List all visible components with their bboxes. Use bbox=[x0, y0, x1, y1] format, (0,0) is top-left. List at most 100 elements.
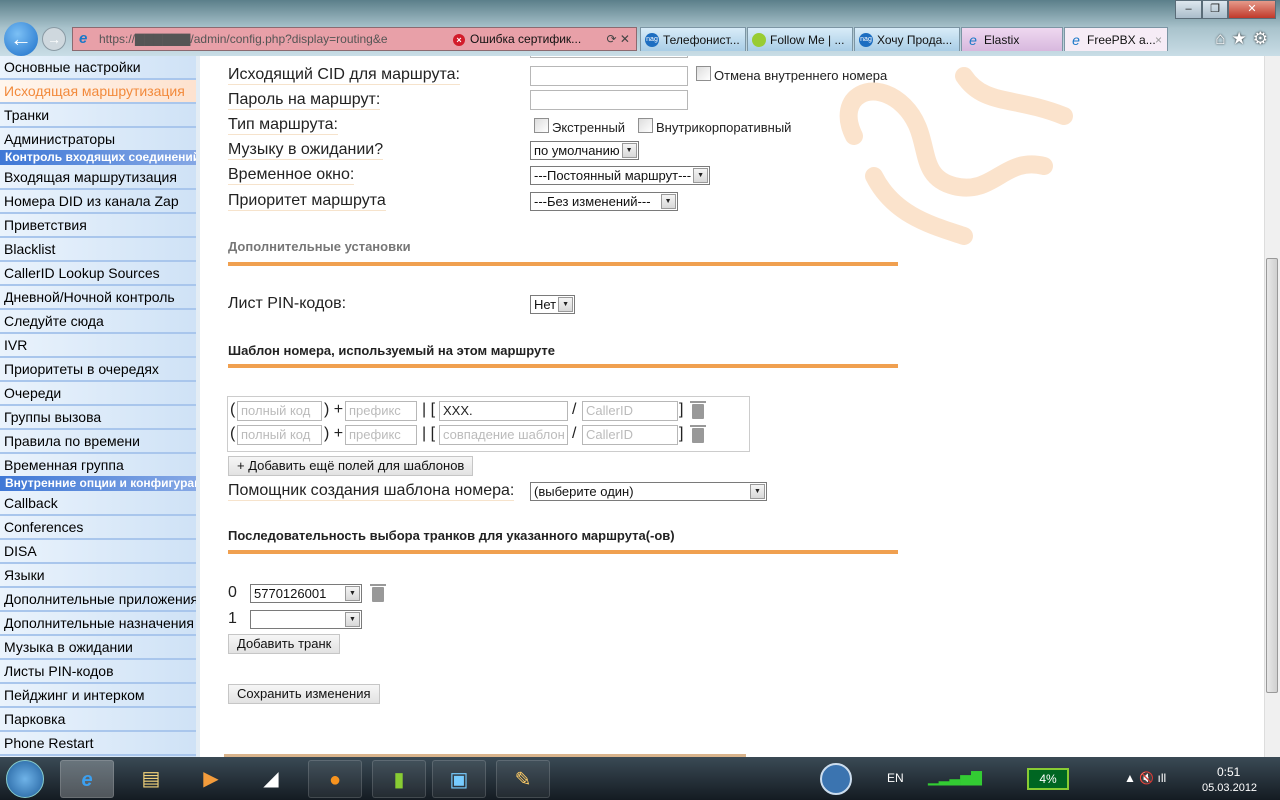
sidebar-item[interactable]: CallerID Lookup Sources bbox=[0, 262, 196, 286]
pattern-wizard-select[interactable]: (выберите один) ▼ bbox=[530, 482, 767, 501]
refresh-stop-icons[interactable]: ⟳ ✕ bbox=[607, 28, 630, 50]
prepend-input[interactable]: полный код bbox=[237, 425, 322, 445]
battery-indicator[interactable]: 4% bbox=[1027, 768, 1069, 790]
override-extension-checkbox[interactable] bbox=[696, 66, 711, 81]
trash-icon[interactable] bbox=[690, 401, 706, 419]
tab-2[interactable]: Follow Me | ... bbox=[747, 27, 853, 51]
sidebar-item[interactable]: Временная группа bbox=[0, 454, 196, 478]
emergency-checkbox[interactable] bbox=[534, 118, 549, 133]
tab-4[interactable]: e Elastix bbox=[961, 27, 1063, 51]
certificate-error[interactable]: × Ошибка сертифик... bbox=[453, 28, 581, 50]
sidebar-item[interactable]: Дополнительные назначения bbox=[0, 612, 196, 636]
sidebar-section-header: Контроль входящих соединений bbox=[0, 150, 196, 165]
time-window-select[interactable]: ---Постоянный маршрут--- ▼ bbox=[530, 166, 711, 185]
match-pattern-input[interactable]: совпадение шаблон bbox=[439, 425, 568, 445]
chevron-down-icon: ▼ bbox=[693, 168, 709, 183]
start-button[interactable] bbox=[6, 760, 44, 798]
chevron-down-icon: ▼ bbox=[345, 612, 360, 627]
trash-icon[interactable] bbox=[370, 584, 386, 602]
sidebar-item[interactable]: Музыка в ожидании bbox=[0, 636, 196, 660]
sidebar-item[interactable]: Исходящая маршрутизация bbox=[0, 80, 196, 104]
sidebar-item[interactable]: Номера DID из канала Zap bbox=[0, 190, 196, 214]
prefix-input[interactable]: префикс bbox=[345, 425, 417, 445]
paint-icon[interactable]: ✎ bbox=[496, 760, 550, 798]
sidebar-item[interactable]: Языки bbox=[0, 564, 196, 588]
sidebar-item[interactable]: DISA bbox=[0, 540, 196, 564]
dial-pattern-heading: Шаблон номера, используемый на этом марш… bbox=[228, 343, 555, 358]
sidebar-item[interactable]: Правила по времени bbox=[0, 430, 196, 454]
minimize-button[interactable]: – bbox=[1175, 0, 1202, 19]
sidebar-item[interactable]: Blacklist bbox=[0, 238, 196, 262]
sidebar-item[interactable]: Phone Restart bbox=[0, 732, 196, 756]
sidebar-item[interactable]: Пейджинг и интерком bbox=[0, 684, 196, 708]
restore-button[interactable]: ❐ bbox=[1202, 0, 1228, 19]
sidebar-item[interactable]: Дневной/Ночной контроль bbox=[0, 286, 196, 310]
tab-3[interactable]: nag Хочу Прода... bbox=[854, 27, 960, 51]
sidebar-item[interactable]: Транки bbox=[0, 104, 196, 128]
intracompany-checkbox[interactable] bbox=[638, 118, 653, 133]
trunk-index: 1 bbox=[228, 610, 237, 627]
network-tool-icon[interactable] bbox=[820, 763, 852, 795]
save-changes-button[interactable]: Сохранить изменения bbox=[228, 684, 380, 704]
sidebar-item[interactable]: Приветствия bbox=[0, 214, 196, 238]
sidebar-item[interactable]: Группы вызова bbox=[0, 406, 196, 430]
add-pattern-fields-button[interactable]: + Добавить ещё полей для шаблонов bbox=[228, 456, 474, 476]
prepend-input[interactable]: полный код bbox=[237, 401, 322, 421]
trunk-select-0[interactable]: 5770126001 ▼ bbox=[250, 584, 362, 603]
close-window-button[interactable]: ✕ bbox=[1228, 0, 1276, 19]
remote-desktop-icon[interactable]: ▣ bbox=[432, 760, 486, 798]
sidebar-item[interactable]: Парковка bbox=[0, 708, 196, 732]
section-divider bbox=[228, 550, 898, 554]
sidebar-item[interactable]: Основные настройки bbox=[0, 56, 196, 80]
ie-taskbar-icon[interactable]: e bbox=[60, 760, 114, 798]
sidebar-item[interactable]: Очереди bbox=[0, 382, 196, 406]
paren-open: ( bbox=[230, 401, 236, 418]
chevron-down-icon: ▼ bbox=[660, 194, 676, 209]
address-bar[interactable]: e https://▇▇▇▇▇▇/admin/config.php?displa… bbox=[72, 27, 637, 51]
tab-5-active[interactable]: e FreePBX a... × bbox=[1064, 27, 1168, 51]
sidebar-item[interactable]: Листы PIN-кодов bbox=[0, 660, 196, 684]
sidebar-item[interactable]: Conferences bbox=[0, 516, 196, 540]
section-divider bbox=[228, 262, 898, 266]
tray-icons[interactable]: ▲ 🔇 ıll bbox=[1124, 771, 1166, 785]
prefix-input[interactable]: префикс bbox=[345, 401, 417, 421]
close-tab-icon[interactable]: × bbox=[1155, 28, 1162, 51]
route-name-input[interactable] bbox=[530, 56, 688, 58]
app-icon[interactable]: ◢ bbox=[244, 760, 298, 798]
clock-time[interactable]: 0:51 bbox=[1217, 765, 1240, 779]
tab-1[interactable]: nag Телефонист... bbox=[640, 27, 746, 51]
pattern-wizard-label: Помощник создания шаблона номера: bbox=[228, 482, 515, 501]
back-button[interactable]: ← bbox=[4, 22, 38, 56]
clock-date[interactable]: 05.03.2012 bbox=[1202, 782, 1257, 794]
add-trunk-button[interactable]: Добавить транк bbox=[228, 634, 341, 654]
callerid-input[interactable]: CallerID bbox=[582, 401, 678, 421]
sidebar-item[interactable]: Следуйте сюда bbox=[0, 310, 196, 334]
forward-button[interactable]: → bbox=[42, 27, 66, 51]
sidebar-item[interactable]: Дополнительные приложения bbox=[0, 588, 196, 612]
explorer-icon[interactable]: ▤ bbox=[124, 760, 178, 798]
callerid-input[interactable]: CallerID bbox=[582, 425, 678, 445]
cid-input[interactable] bbox=[530, 66, 688, 86]
scrollbar-thumb[interactable] bbox=[1266, 258, 1278, 693]
media-player-icon[interactable]: ▶ bbox=[184, 760, 238, 798]
sidebar-item[interactable]: Администраторы bbox=[0, 128, 196, 152]
sidebar-item[interactable]: Входящая маршрутизация bbox=[0, 166, 196, 190]
sidebar-item[interactable]: Приоритеты в очередях bbox=[0, 358, 196, 382]
firefox-icon[interactable]: ● bbox=[308, 760, 362, 798]
password-input[interactable] bbox=[530, 90, 688, 110]
language-indicator[interactable]: EN bbox=[887, 771, 904, 785]
match-pattern-input[interactable]: XXX. bbox=[439, 401, 568, 421]
moh-select[interactable]: по умолчанию ▼ bbox=[530, 141, 639, 160]
chevron-down-icon: ▼ bbox=[558, 297, 574, 312]
route-priority-select[interactable]: ---Без изменений--- ▼ bbox=[530, 192, 678, 211]
home-favorites-tools-icons[interactable]: ⌂★⚙ bbox=[1215, 29, 1274, 49]
freepbx-logo-watermark bbox=[839, 67, 1073, 245]
trash-icon[interactable] bbox=[690, 425, 706, 443]
gadget-icon[interactable]: ▮ bbox=[372, 760, 426, 798]
trunk-select-1[interactable]: ▼ bbox=[250, 610, 362, 629]
pin-list-select[interactable]: Нет ▼ bbox=[530, 295, 576, 314]
signal-icon[interactable]: ▁▂▃▅▇ bbox=[928, 769, 982, 789]
paren-open: ( bbox=[230, 425, 236, 442]
sidebar-item[interactable]: Callback bbox=[0, 492, 196, 516]
sidebar-item[interactable]: IVR bbox=[0, 334, 196, 358]
